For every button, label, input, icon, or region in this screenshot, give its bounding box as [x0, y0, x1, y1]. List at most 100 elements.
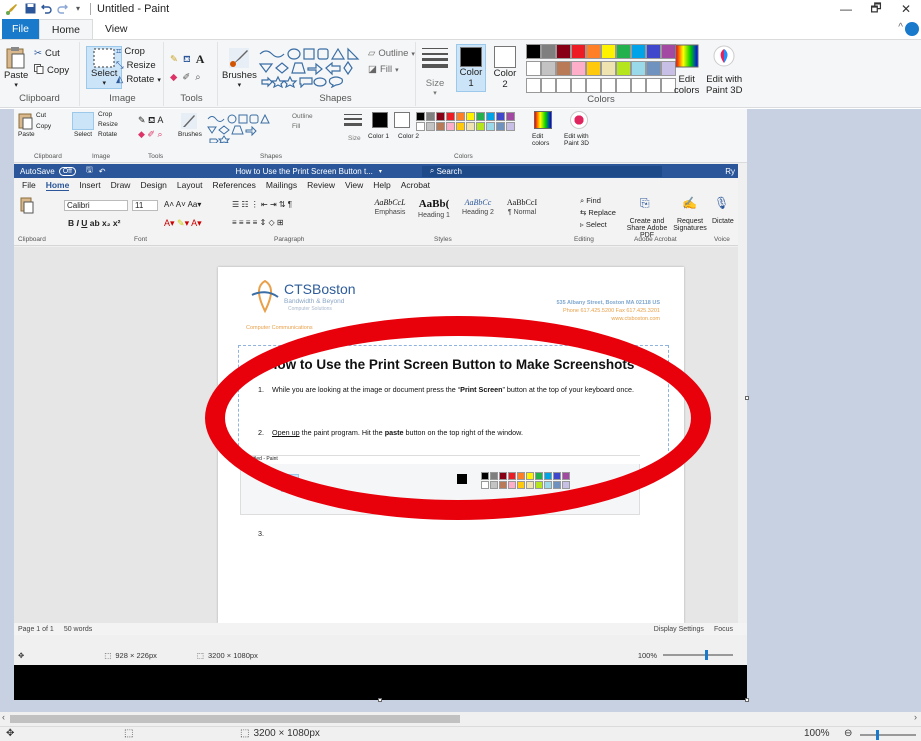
palette-custom-swatch[interactable]	[586, 78, 601, 93]
paste-button[interactable]: Paste ▾	[4, 46, 28, 89]
word-font-select[interactable]: Calibri	[64, 200, 128, 211]
collapse-ribbon-icon[interactable]: ^	[898, 22, 903, 33]
word-title-chevron-icon[interactable]: ▾	[379, 168, 382, 175]
palette-swatch[interactable]	[601, 44, 616, 59]
maximize-button[interactable]: 🗗	[861, 0, 891, 18]
palette-custom-swatch[interactable]	[646, 78, 661, 93]
edit-colors-button[interactable]: Edit colors	[674, 44, 699, 96]
palette-swatch[interactable]	[571, 61, 586, 76]
scrollbar-thumb[interactable]	[10, 715, 460, 723]
palette-swatch[interactable]	[631, 44, 646, 59]
color-picker-icon[interactable]: ✐	[182, 72, 190, 83]
word-tab[interactable]: Review	[307, 180, 335, 190]
eraser-icon[interactable]: ◆	[170, 72, 177, 83]
palette-swatch[interactable]	[586, 44, 601, 59]
word-format-icons[interactable]: B I U ab x₂ x²	[68, 218, 120, 228]
word-style-item[interactable]: AaBbCcL Emphasis	[368, 196, 412, 228]
canvas-image[interactable]: Paste Cut Copy Select Crop Resize Rotate…	[14, 109, 747, 700]
word-styles-gallery[interactable]: AaBbCcL Emphasis AaBb(Heading 1 AaBbCc Headi…	[368, 196, 548, 228]
word-tab[interactable]: Layout	[177, 180, 203, 190]
undo-icon[interactable]	[40, 3, 52, 15]
zoom-slider-thumb[interactable]	[876, 730, 879, 740]
paint-app-icon[interactable]	[4, 2, 18, 16]
palette-swatch[interactable]	[631, 61, 646, 76]
tab-view[interactable]: View	[93, 19, 140, 39]
resize-handle-bottom[interactable]	[378, 698, 382, 702]
close-button[interactable]: ✕	[891, 0, 921, 18]
word-tab[interactable]: Insert	[79, 180, 100, 190]
palette-swatch[interactable]	[586, 61, 601, 76]
word-align-icons[interactable]: ≡ ≡ ≡ ≡ ⇕ ◇ ⊞	[232, 218, 284, 227]
word-focus[interactable]: Focus	[714, 626, 733, 633]
palette-swatch[interactable]	[646, 44, 661, 59]
word-paste-icon[interactable]	[20, 196, 34, 214]
word-font-size-select[interactable]: 11	[132, 200, 158, 211]
word-search-box[interactable]: ⌕ Search	[421, 165, 662, 177]
word-request-signatures-label[interactable]: Request Signatures	[670, 218, 710, 232]
tab-file[interactable]: File	[2, 19, 39, 39]
word-tab[interactable]: References	[212, 180, 255, 190]
word-tab[interactable]: View	[345, 180, 363, 190]
palette-swatch[interactable]	[556, 44, 571, 59]
palette-swatch[interactable]	[646, 61, 661, 76]
color2-button[interactable]: Color 2	[490, 44, 520, 92]
word-style-item[interactable]: AaBb(Heading 1	[412, 196, 456, 228]
magnifier-icon[interactable]: ⌕	[195, 72, 200, 83]
zoom-out-button[interactable]: ⊖	[844, 728, 852, 739]
edit-with-paint3d-button[interactable]: Edit with Paint 3D	[706, 44, 742, 96]
word-tab[interactable]: Help	[373, 180, 390, 190]
scroll-right-icon[interactable]: ›	[914, 712, 917, 722]
palette-swatch[interactable]	[616, 44, 631, 59]
size-button[interactable]: Size ▾	[422, 46, 448, 97]
tab-home[interactable]: Home	[38, 19, 93, 39]
word-replace-button[interactable]: ⇆ Replace	[580, 208, 616, 217]
word-tab[interactable]: File	[22, 180, 36, 190]
pencil-icon[interactable]: ✎	[170, 54, 178, 65]
word-font-grow-icons[interactable]: A˄ A˅ Aa▾	[164, 200, 201, 209]
word-tab[interactable]: Home	[45, 180, 70, 191]
word-find-button[interactable]: ⌕ Find	[580, 196, 601, 206]
outline-button[interactable]: ▱ Outline ▾	[368, 48, 415, 59]
word-save-icon[interactable]: 🖫	[86, 164, 93, 178]
word-list-icons[interactable]: ☰ ☷ ⋮ ⇤ ⇥ ⇅ ¶	[232, 200, 292, 209]
palette-custom-swatch[interactable]	[541, 78, 556, 93]
palette-swatch[interactable]	[601, 61, 616, 76]
word-tab[interactable]: Mailings	[266, 180, 297, 190]
fill-button[interactable]: ◪ Fill ▾	[368, 64, 399, 75]
color1-button[interactable]: Color 1	[456, 44, 486, 92]
zoom-slider[interactable]	[860, 730, 916, 740]
word-vertical-scrollbar[interactable]	[738, 164, 747, 623]
save-icon[interactable]	[24, 3, 36, 15]
word-style-item[interactable]: AaBbCcI ¶ Normal	[500, 196, 544, 228]
palette-swatch[interactable]	[541, 44, 556, 59]
word-display-settings[interactable]: Display Settings	[654, 626, 704, 633]
word-font-color-icons[interactable]: A▾ ✎▾ A▾	[164, 218, 202, 229]
scroll-left-icon[interactable]: ‹	[2, 712, 5, 722]
shapes-gallery[interactable]	[258, 46, 363, 88]
palette-custom-swatch[interactable]	[556, 78, 571, 93]
fill-bucket-icon[interactable]: ⛾	[183, 54, 191, 66]
text-icon[interactable]: A	[196, 52, 205, 67]
copy-button[interactable]: Copy	[34, 64, 69, 77]
palette-custom-swatch[interactable]	[526, 78, 541, 93]
palette-swatch[interactable]	[616, 61, 631, 76]
palette-swatch[interactable]	[526, 44, 541, 59]
customize-quick-access-icon[interactable]: ▾	[72, 3, 84, 15]
palette-custom-swatch[interactable]	[601, 78, 616, 93]
resize-handle-corner[interactable]	[745, 698, 749, 702]
word-autosave-toggle[interactable]: Off	[58, 166, 76, 176]
palette-custom-swatch[interactable]	[631, 78, 646, 93]
palette-swatch[interactable]	[556, 61, 571, 76]
resize-handle-right[interactable]	[745, 396, 749, 400]
rotate-button[interactable]: ◭ Rotate ▾	[116, 74, 161, 85]
palette-swatch[interactable]	[526, 61, 541, 76]
minimize-button[interactable]: —	[831, 0, 861, 18]
brushes-button[interactable]: Brushes ▾	[222, 46, 257, 89]
word-user-initials[interactable]: Ry	[725, 167, 735, 176]
palette-custom-swatch[interactable]	[616, 78, 631, 93]
redo-icon[interactable]	[56, 3, 68, 15]
help-icon[interactable]	[905, 22, 919, 36]
word-tab[interactable]: Design	[140, 180, 166, 190]
palette-swatch[interactable]	[541, 61, 556, 76]
crop-button[interactable]: ⌗ Crop	[116, 46, 145, 57]
